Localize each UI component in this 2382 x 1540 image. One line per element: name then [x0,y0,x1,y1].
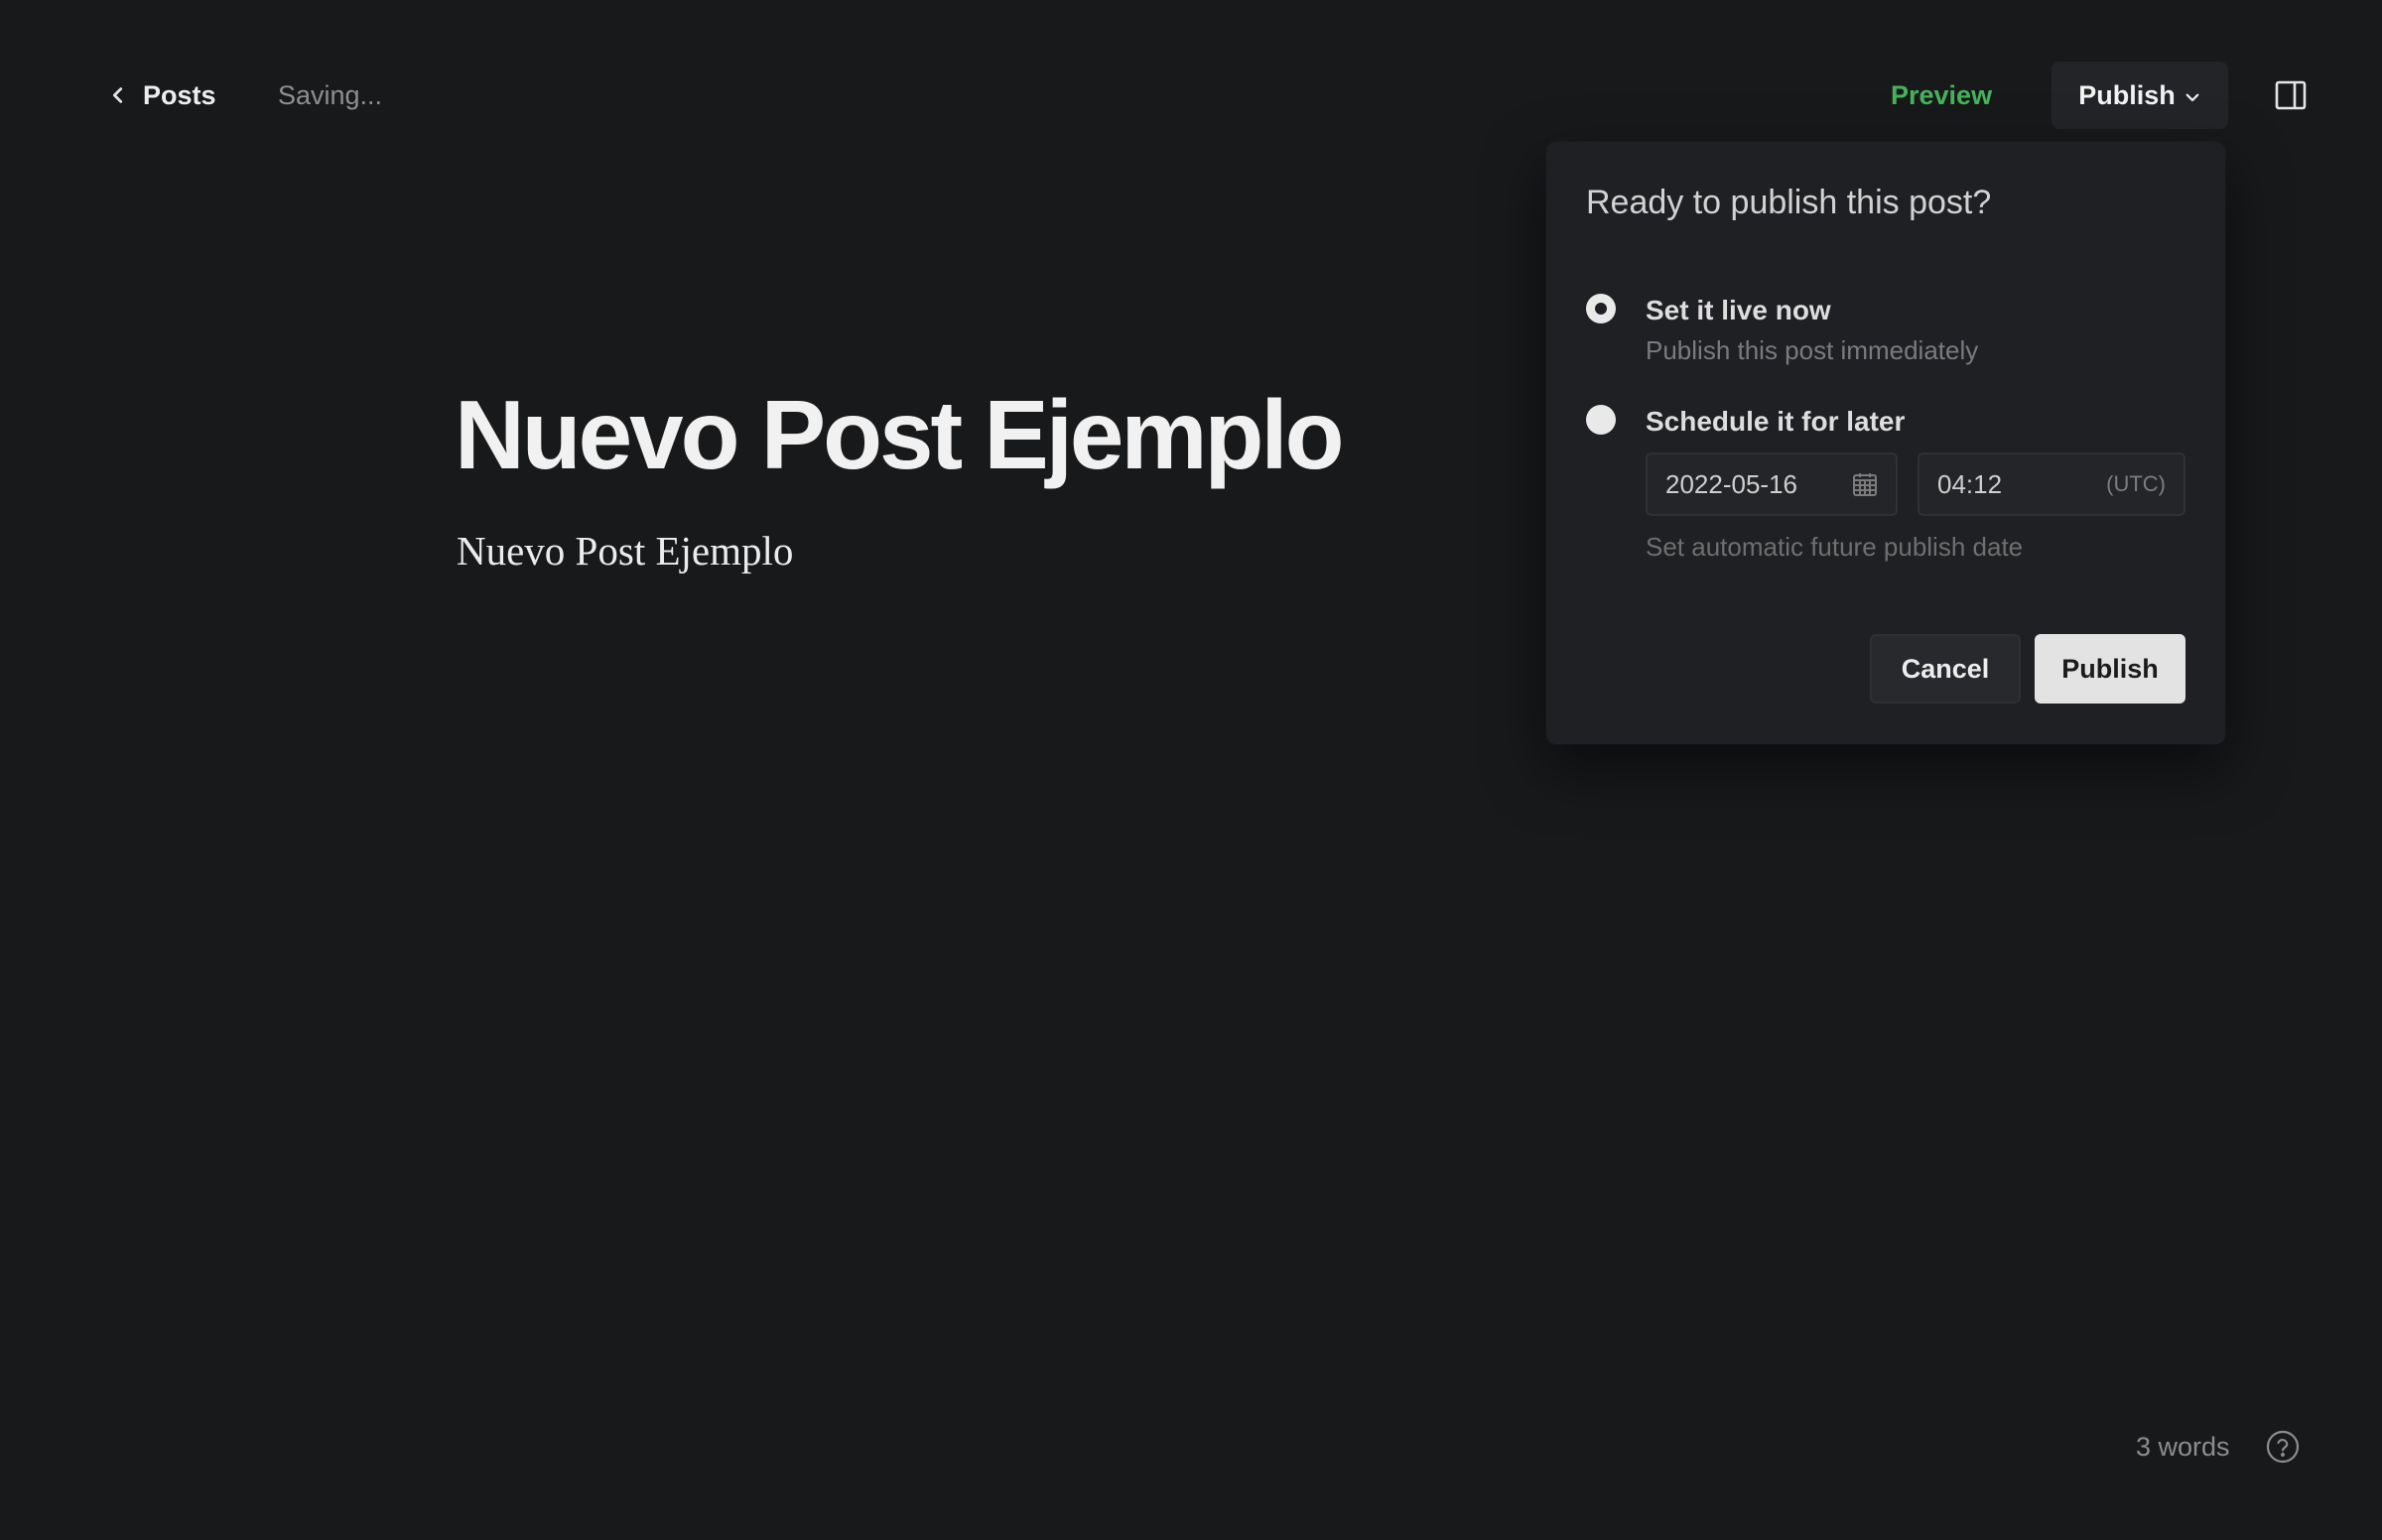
publish-popover: Ready to publish this post? Set it live … [1546,142,2225,744]
publish-now-radio[interactable] [1586,294,1616,323]
calendar-icon [1853,473,1877,496]
post-title[interactable]: Nuevo Post Ejemplo [455,375,1447,494]
schedule-later-label: Schedule it for later [1646,406,1906,437]
publish-now-label: Set it live now [1646,295,1831,325]
publish-date-value: 2022-05-16 [1665,468,1797,499]
chevron-left-icon [112,87,123,103]
publish-popover-heading: Ready to publish this post? [1586,184,1992,221]
schedule-later-radio[interactable] [1586,405,1616,435]
help-button[interactable] [2265,1429,2301,1465]
chevron-down-icon [2185,93,2199,102]
help-circle-icon [2266,1430,2300,1464]
publish-menu-button[interactable]: Publish [2051,62,2228,129]
back-to-posts-link[interactable]: Posts [107,75,216,115]
post-editor-page: Posts Saving... Preview Publish Nuevo Po… [0,0,2382,1540]
sidebar-panel-icon [2275,80,2307,110]
publish-menu-label: Publish [2078,79,2176,110]
publish-time-field[interactable]: 04:12 (UTC) [1918,452,2185,516]
post-body[interactable]: Nuevo Post Ejemplo [457,524,1449,578]
schedule-help-text: Set automatic future publish date [1646,532,2024,562]
settings-sidebar-toggle[interactable] [2273,77,2309,113]
cancel-button[interactable]: Cancel [1870,634,2021,704]
word-count: 3 words [2136,1432,2230,1462]
back-link-label: Posts [143,79,216,110]
timezone-label: (UTC) [2106,471,2166,496]
preview-button[interactable]: Preview [1891,73,1992,117]
publish-now-description: Publish this post immediately [1646,335,1979,365]
publish-time-value: 04:12 [1937,468,2003,499]
publish-date-field[interactable]: 2022-05-16 [1646,452,1898,516]
save-status: Saving... [278,80,383,110]
confirm-publish-button[interactable]: Publish [2035,634,2185,704]
